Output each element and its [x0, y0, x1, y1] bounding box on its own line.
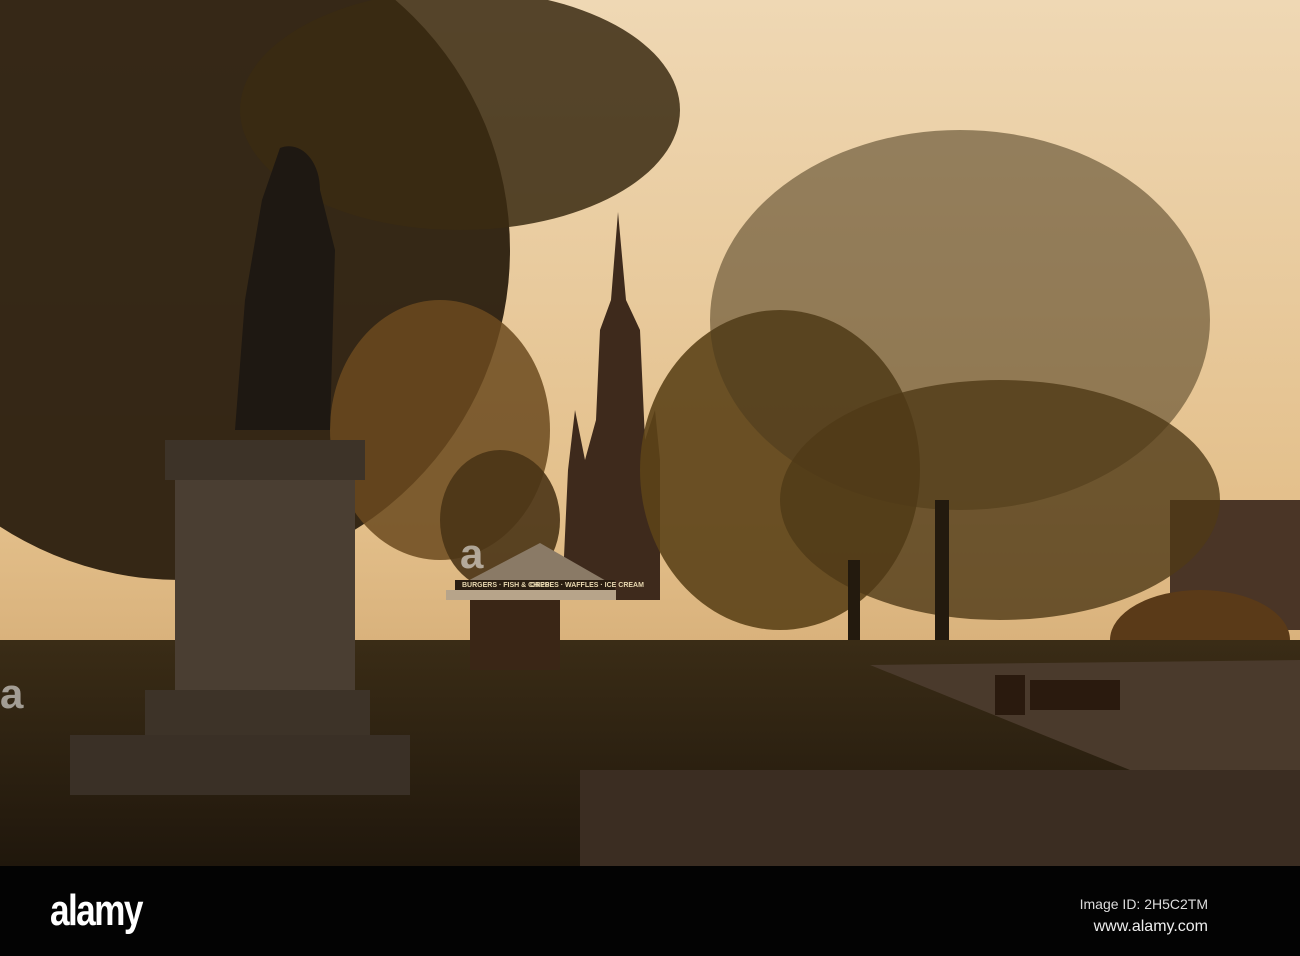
image-id: Image ID: 2H5C2TM — [1079, 896, 1208, 912]
benches — [995, 675, 1120, 715]
kiosk-sign-right: CREPES · WAFFLES · ICE CREAM — [530, 582, 644, 589]
site-url: www.alamy.com — [1093, 918, 1208, 935]
alamy-logo: alamy — [50, 886, 143, 935]
watermark-a-left: a — [0, 670, 24, 717]
photo-scene: BURGERS · FISH & CHIPS CREPES · WAFFLES … — [0, 0, 1300, 866]
watermark-a-center: a — [460, 530, 484, 577]
watermark-bar: alamy Image ID: 2H5C2TM www.alamy.com — [0, 866, 1300, 956]
stock-photo: BURGERS · FISH & CHIPS CREPES · WAFFLES … — [0, 0, 1300, 956]
path — [580, 770, 1300, 866]
